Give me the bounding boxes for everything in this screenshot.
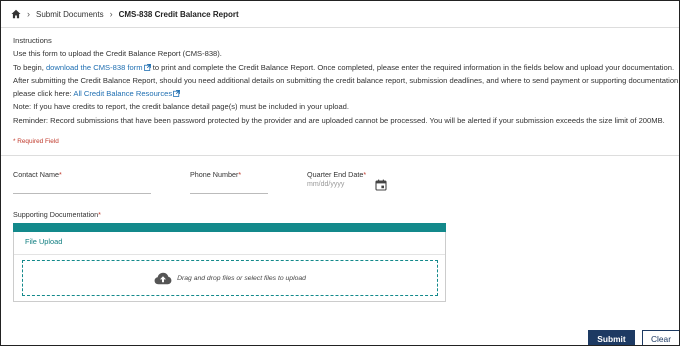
required-star: * [363, 170, 367, 179]
file-upload-panel: File Upload Drag and drop files or selec… [13, 223, 446, 302]
clear-button[interactable]: Clear [642, 330, 679, 345]
instructions-line: Reminder: Record submissions that have b… [13, 115, 665, 125]
credit-balance-resources-link-label[interactable]: All Credit Balance Resources [73, 89, 172, 98]
instructions-line: please click here: All Credit Balance Re… [13, 87, 673, 100]
home-icon[interactable] [11, 9, 21, 19]
instructions-line: To begin, download the CMS-838 form to p… [13, 61, 675, 74]
breadcrumb-item-submit-documents[interactable]: Submit Documents [36, 10, 104, 19]
supporting-documentation-label: Supporting Documentation* [13, 210, 101, 219]
download-form-link-label[interactable]: download the CMS-838 form [46, 63, 143, 72]
instructions: Instructions Use this form to upload the… [13, 34, 680, 127]
divider [1, 155, 679, 156]
breadcrumb: › Submit Documents › CMS-838 Credit Bala… [11, 7, 239, 21]
contact-name-label-text: Contact Name [13, 170, 59, 179]
contact-name-field: Contact Name* [13, 170, 151, 194]
supporting-documentation-label-text: Supporting Documentation [13, 210, 99, 219]
phone-number-field: Phone Number* [190, 170, 268, 194]
file-upload-title: File Upload [25, 237, 63, 246]
required-star: * [98, 210, 101, 219]
breadcrumb-separator: › [109, 8, 113, 19]
instructions-line: Note: If you have credits to report, the… [13, 102, 350, 112]
credit-balance-resources-link[interactable]: All Credit Balance Resources [73, 89, 181, 98]
quarter-end-date-input[interactable]: mm/dd/yyyy [307, 181, 344, 188]
file-dropzone[interactable]: Drag and drop files or select files to u… [22, 260, 438, 296]
divider [14, 254, 445, 255]
upload-panel-header-bar [13, 223, 446, 232]
calendar-icon[interactable] [375, 179, 387, 191]
breadcrumb-separator: › [27, 8, 30, 19]
phone-number-label: Phone Number* [190, 170, 268, 179]
required-field-note: * Required Field [13, 138, 59, 145]
required-star: * [238, 170, 242, 179]
external-link-icon[interactable] [143, 63, 151, 71]
instructions-text: please click here: [13, 89, 74, 99]
contact-name-input[interactable] [13, 182, 151, 194]
external-link-icon[interactable] [173, 90, 181, 98]
quarter-end-date-label-text: Quarter End Date [307, 170, 364, 179]
instructions-line: After submitting the Credit Balance Repo… [13, 75, 680, 85]
phone-number-label-text: Phone Number [190, 170, 239, 179]
breadcrumb-item-current: CMS-838 Credit Balance Report [118, 9, 239, 19]
instructions-text: To begin, [13, 62, 46, 72]
phone-number-input[interactable] [190, 182, 268, 194]
dropzone-text: Drag and drop files or select files to u… [177, 274, 306, 282]
instructions-heading: Instructions [13, 36, 52, 45]
quarter-end-date-label: Quarter End Date* [307, 170, 392, 179]
divider [1, 27, 679, 28]
instructions-line: Use this form to upload the Credit Balan… [13, 49, 222, 59]
contact-name-label: Contact Name* [13, 170, 151, 179]
page: › Submit Documents › CMS-838 Credit Bala… [0, 0, 680, 346]
required-star: * [58, 170, 62, 179]
quarter-end-date-field: Quarter End Date* mm/dd/yyyy [307, 170, 392, 194]
cloud-upload-icon [154, 272, 172, 284]
submit-button[interactable]: Submit [588, 330, 635, 345]
instructions-text: to print and complete the Credit Balance… [150, 62, 675, 72]
download-form-link[interactable]: download the CMS-838 form [46, 63, 151, 72]
